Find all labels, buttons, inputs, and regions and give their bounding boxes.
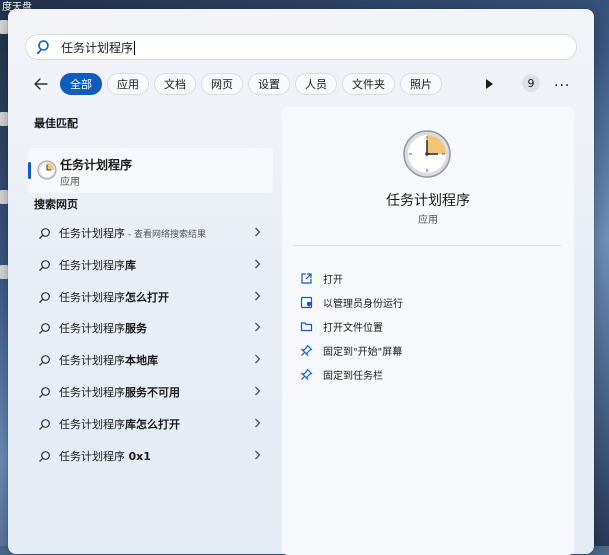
web-search-label: 任务计划程序库怎么打开 xyxy=(59,418,180,431)
chevron-right-icon xyxy=(255,418,261,428)
pin-to-taskbar-action[interactable]: 固定到任务栏 xyxy=(300,365,383,383)
run-as-admin-action[interactable]: 以管理员身份运行 xyxy=(300,293,403,311)
pin-icon xyxy=(300,344,313,357)
web-search-heading: 搜索网页 xyxy=(34,198,78,211)
open-action-label: 打开 xyxy=(323,274,343,286)
desktop-icon[interactable] xyxy=(0,20,8,34)
web-search-item[interactable]: 任务计划程序本地库 xyxy=(28,348,273,372)
open-file-location-action[interactable]: 打开文件位置 xyxy=(300,317,383,335)
tab-all[interactable]: 全部 xyxy=(60,73,102,95)
web-search-item[interactable]: 任务计划程序库 xyxy=(28,253,273,277)
web-search-item[interactable]: 任务计划程序服务不可用 xyxy=(28,380,273,404)
pin-icon xyxy=(300,368,313,381)
chevron-right-icon xyxy=(255,322,261,332)
back-arrow-icon[interactable] xyxy=(32,75,50,93)
tab-folders[interactable]: 文件夹 xyxy=(342,73,395,95)
tab-apps[interactable]: 应用 xyxy=(107,73,149,95)
pin-to-start-label: 固定到"开始"屏幕 xyxy=(323,346,403,358)
detail-subtitle: 应用 xyxy=(418,215,438,226)
search-icon xyxy=(39,354,50,366)
open-external-icon xyxy=(301,272,312,284)
search-icon xyxy=(39,322,50,334)
shield-icon xyxy=(300,296,313,308)
chevron-right-icon xyxy=(255,386,261,396)
web-search-label: 任务计划程序 - 查看网络搜索结果 xyxy=(59,227,206,240)
web-search-item[interactable]: 任务计划程序 0x1 xyxy=(28,444,273,468)
filter-bar: 全部 应用 文档 网页 设置 人员 文件夹 照片 xyxy=(32,71,447,97)
best-match-heading: 最佳匹配 xyxy=(34,117,78,130)
search-icon xyxy=(39,418,50,430)
desktop-icon[interactable] xyxy=(0,265,8,279)
web-search-item[interactable]: 任务计划程序怎么打开 xyxy=(28,285,273,309)
chevron-right-icon xyxy=(255,259,261,269)
web-search-item[interactable]: 任务计划程序库怎么打开 xyxy=(28,412,273,436)
more-options-button[interactable]: ... xyxy=(554,75,570,89)
tab-photos[interactable]: 照片 xyxy=(400,73,442,95)
chevron-right-icon xyxy=(255,291,261,301)
web-search-label: 任务计划程序服务不可用 xyxy=(59,386,180,399)
chevron-right-icon xyxy=(255,227,261,237)
search-icon xyxy=(39,227,50,239)
play-icon[interactable] xyxy=(485,79,494,89)
web-search-label: 任务计划程序服务 xyxy=(59,322,147,335)
open-action[interactable]: 打开 xyxy=(300,269,343,287)
desktop-icon[interactable] xyxy=(0,112,8,126)
search-input[interactable]: 任务计划程序 xyxy=(61,39,136,56)
tab-people[interactable]: 人员 xyxy=(295,73,337,95)
web-search-label: 任务计划程序怎么打开 xyxy=(59,291,169,304)
chevron-right-icon xyxy=(255,450,261,460)
selection-indicator xyxy=(28,162,31,179)
clock-icon xyxy=(403,130,451,178)
divider xyxy=(293,245,561,246)
result-count-badge[interactable]: 9 xyxy=(522,74,540,92)
pin-to-taskbar-label: 固定到任务栏 xyxy=(323,370,383,382)
search-icon xyxy=(39,386,50,398)
web-search-label: 任务计划程序库 xyxy=(59,259,136,272)
desktop-icon[interactable] xyxy=(0,190,8,204)
search-icon xyxy=(39,259,50,271)
web-search-item[interactable]: 任务计划程序 - 查看网络搜索结果 xyxy=(28,221,273,245)
best-match-item[interactable]: 任务计划程序 应用 xyxy=(28,148,273,193)
run-as-admin-label: 以管理员身份运行 xyxy=(323,298,403,310)
search-icon xyxy=(39,291,50,303)
best-match-title: 任务计划程序 xyxy=(60,158,133,172)
folder-icon xyxy=(300,321,313,331)
detail-title: 任务计划程序 xyxy=(386,193,470,209)
best-match-subtitle: 应用 xyxy=(60,177,80,188)
chevron-right-icon xyxy=(255,354,261,364)
pin-to-start-action[interactable]: 固定到"开始"屏幕 xyxy=(300,341,402,359)
search-box[interactable]: 任务计划程序 xyxy=(25,34,577,60)
search-icon xyxy=(39,450,50,462)
web-search-item[interactable]: 任务计划程序服务 xyxy=(28,316,273,340)
web-search-label: 任务计划程序 0x1 xyxy=(59,450,151,463)
web-search-label: 任务计划程序本地库 xyxy=(59,354,158,367)
open-file-location-label: 打开文件位置 xyxy=(323,322,383,334)
clock-icon xyxy=(37,160,57,180)
tab-documents[interactable]: 文档 xyxy=(154,73,196,95)
search-icon xyxy=(37,40,49,55)
detail-pane: 任务计划程序 应用 打开 以管理员身份运行 打开文件位置 固定到"开始"屏幕 固… xyxy=(282,107,574,555)
tab-web[interactable]: 网页 xyxy=(201,73,243,95)
tab-settings[interactable]: 设置 xyxy=(248,73,290,95)
search-panel: 任务计划程序 全部 应用 文档 网页 设置 人员 文件夹 照片 9 ... 最佳… xyxy=(8,9,594,555)
